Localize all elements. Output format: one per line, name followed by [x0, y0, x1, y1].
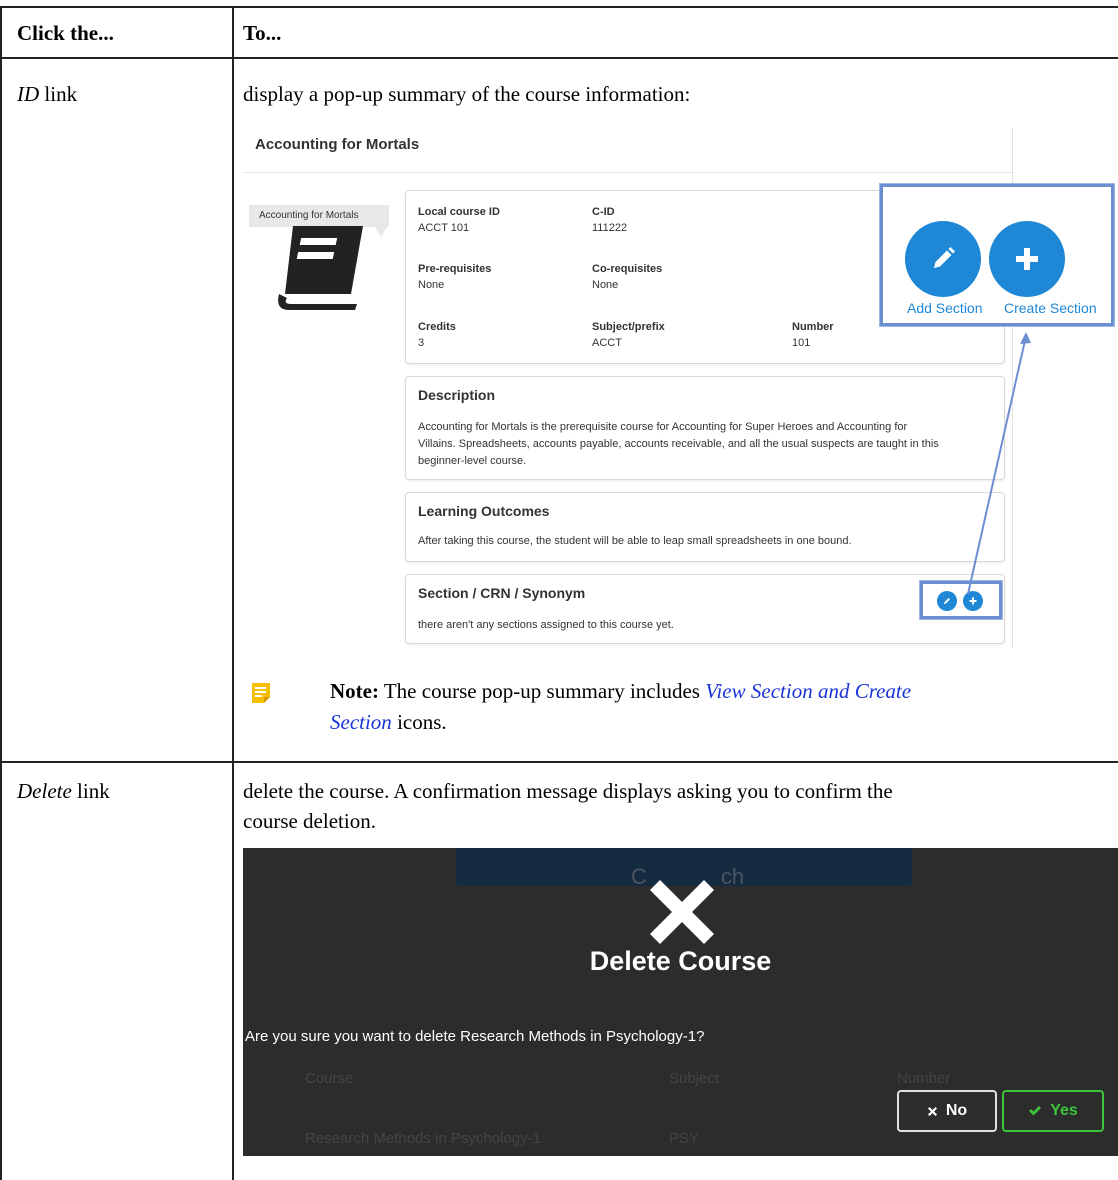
column-number: Number	[897, 1070, 951, 1087]
table-border-left	[0, 6, 2, 1180]
delete-course-dialog-screenshot: Cch Delete Course Are you sure you want …	[243, 848, 1118, 1156]
row-divider	[0, 761, 1118, 763]
description-card: Description Accounting for Mortals is th…	[405, 376, 1005, 480]
sections-text: there aren't any sections assigned to th…	[418, 619, 674, 631]
dialog-title: Delete Course	[589, 946, 772, 976]
add-section-button[interactable]	[905, 221, 981, 297]
description-title: Description	[418, 387, 496, 403]
yes-button[interactable]: Yes	[1002, 1090, 1104, 1132]
note-label: Note:	[330, 679, 379, 703]
plus-icon	[1016, 248, 1038, 270]
create-section-label: Create Section	[1004, 300, 1097, 316]
column-divider	[232, 6, 234, 1180]
row-id-description: display a pop-up summary of the course i…	[243, 82, 691, 106]
cid-value: 111222	[592, 222, 628, 234]
create-section-button[interactable]	[989, 221, 1065, 297]
number-value: 101	[792, 337, 811, 349]
prereq-label: Pre-requisites	[418, 263, 492, 275]
row-delete-description-2: course deletion.	[243, 809, 376, 833]
view-create-section-link[interactable]: View Section and Create	[705, 679, 911, 703]
note-text: The course pop-up summary includes	[378, 679, 706, 703]
callout-connector	[967, 332, 1031, 595]
row-delete-link-cell: Delete link	[17, 776, 110, 806]
no-button[interactable]: No	[897, 1090, 997, 1132]
dialog-question: Are you sure you want to delete Research…	[245, 1028, 705, 1045]
view-create-section-link-cont[interactable]: Section	[330, 710, 392, 734]
subject-value: ACCT	[592, 337, 622, 349]
coreq-label: Co-requisites	[592, 263, 663, 275]
note-line-1: Note: The course pop-up summary includes…	[330, 676, 911, 707]
credits-value: 3	[418, 337, 425, 349]
delete-link-term: Delete	[17, 779, 72, 803]
pencil-icon	[934, 247, 955, 268]
number-label: Number	[792, 321, 834, 333]
checkmark-icon	[1029, 1106, 1042, 1116]
local-id-value: ACCT 101	[418, 222, 470, 234]
small-add-section-button[interactable]	[937, 591, 957, 611]
coreq-value: None	[592, 279, 619, 291]
sections-title: Section / CRN / Synonym	[418, 585, 586, 601]
row-id-link-cell: ID link	[17, 79, 77, 109]
table-border-top	[0, 6, 1118, 8]
no-label: No	[945, 1102, 968, 1119]
id-link-term: ID	[17, 82, 40, 106]
row-delete-description-1: delete the course. A confirmation messag…	[243, 779, 893, 803]
link-suffix: link	[77, 779, 110, 803]
note-text-end: icons.	[391, 710, 447, 734]
subject-label: Subject/prefix	[592, 321, 665, 333]
link-suffix: link	[44, 82, 78, 106]
close-icon[interactable]	[646, 876, 718, 948]
local-id-label: Local course ID	[418, 206, 500, 218]
cover-label-tip	[375, 227, 387, 237]
note-icon	[252, 683, 270, 703]
prereq-value: None	[418, 279, 445, 291]
description-line-3: beginner-level course.	[418, 455, 527, 467]
description-line-1: Accounting for Mortals is the prerequisi…	[418, 421, 908, 433]
row-subject: PSY	[669, 1130, 700, 1147]
header-divider	[0, 57, 1118, 59]
outcomes-title: Learning Outcomes	[418, 503, 550, 519]
header-to: To...	[243, 21, 282, 45]
yes-label: Yes	[1050, 1102, 1078, 1119]
background-button-text-end: ch	[720, 864, 745, 889]
popup-title-divider	[243, 172, 1013, 173]
zoom-callout: Add Section Create Section	[880, 184, 1114, 326]
cid-label: C-ID	[592, 206, 615, 218]
x-icon	[927, 1106, 937, 1116]
row-course: Research Methods in Psychology-1	[305, 1130, 541, 1147]
column-course: Course	[305, 1070, 354, 1087]
sections-card: Section / CRN / Synonym there aren't any…	[405, 574, 1005, 644]
pencil-icon	[944, 598, 950, 604]
book-icon	[278, 226, 363, 310]
column-subject: Subject	[669, 1070, 720, 1087]
description-line-2: Villains. Spreadsheets, accounts payable…	[418, 438, 939, 450]
outcomes-card: Learning Outcomes After taking this cour…	[405, 492, 1005, 562]
popup-title: Accounting for Mortals	[255, 136, 420, 153]
add-section-label: Add Section	[907, 300, 983, 316]
credits-label: Credits	[418, 321, 456, 333]
outcomes-text: After taking this course, the student wi…	[418, 535, 852, 547]
header-click: Click the...	[17, 21, 114, 45]
note-line-2: Section icons.	[330, 707, 447, 738]
background-button-text-start: C	[631, 864, 647, 889]
